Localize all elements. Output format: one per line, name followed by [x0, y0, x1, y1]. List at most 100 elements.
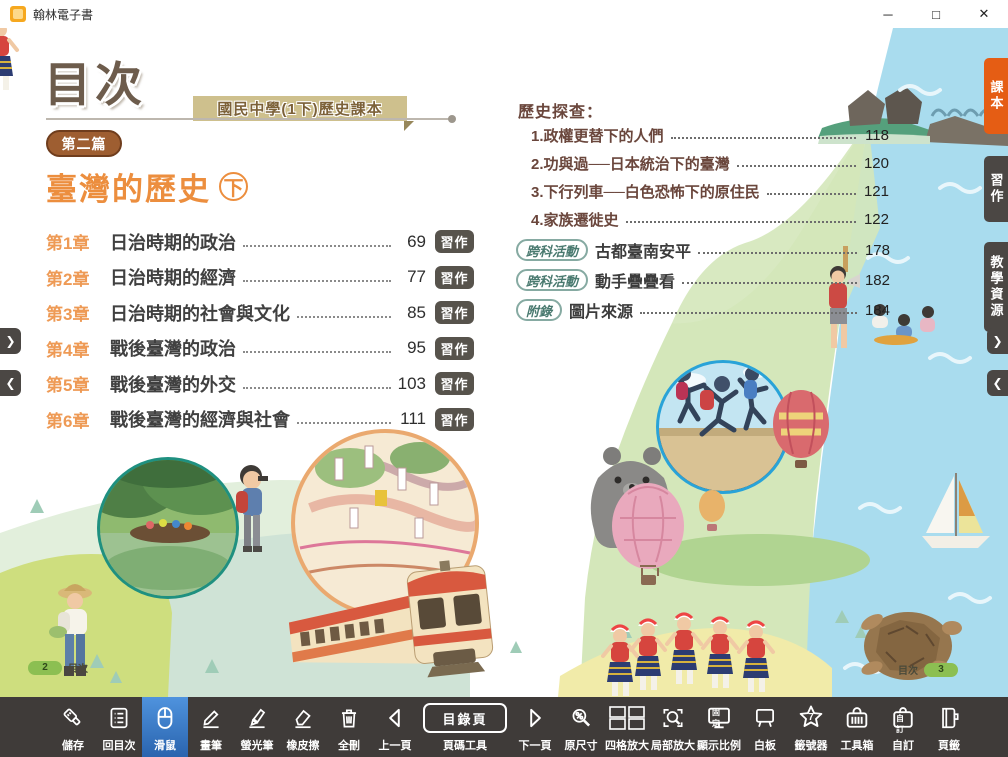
toolbar-page-tabs-button[interactable]: 頁籤 — [926, 697, 972, 757]
toolbar-partial-zoom-button[interactable]: 局部放大 — [650, 697, 696, 757]
dot-leader — [626, 221, 856, 223]
list-item[interactable]: 3.下行列車──白色恐怖下的原住民 121 — [531, 177, 889, 205]
tab-teaching-resources[interactable]: 教學資源 — [984, 242, 1008, 332]
dot-leader — [767, 193, 856, 195]
table-row[interactable]: 第2章 日治時期的經濟 77 習作 — [46, 260, 474, 296]
original-size-icon — [568, 701, 594, 735]
toc-page-button-text[interactable]: 目錄頁 — [423, 703, 507, 733]
activity-title: 動手疊疊看 — [595, 268, 675, 292]
chapter-page-number: 77 — [396, 267, 426, 287]
appendix-badge: 附錄 — [516, 299, 562, 321]
window-controls: ─ □ ✕ — [864, 0, 1008, 28]
chapter-title: 戰後臺灣的經濟與社會 — [110, 406, 290, 432]
divider-line — [46, 118, 452, 120]
dot-leader — [243, 245, 391, 247]
explore-list: 1.政權更替下的人們 118 2.功與過──日本統治下的臺灣 120 3.下行列… — [531, 121, 889, 233]
fixed-ratio-text: 固定 — [712, 707, 726, 729]
people-photo-circle — [656, 360, 790, 494]
workbook-badge[interactable]: 習作 — [435, 266, 474, 289]
toolbar-page-number-tool[interactable]: 目錄頁 頁碼工具 — [418, 697, 512, 757]
activity-page-number: 182 — [862, 272, 890, 289]
workbook-badge[interactable]: 習作 — [435, 408, 474, 431]
minimize-button[interactable]: ─ — [864, 0, 912, 28]
item-title: 2.功與過──日本統治下的臺灣 — [531, 153, 730, 174]
toolbar-back-to-toc-button[interactable]: 回目次 — [96, 697, 142, 757]
toolbar-save-button[interactable]: 儲存 — [50, 697, 96, 757]
page-title: 目次 — [44, 46, 146, 115]
book-spread: 目次 國民中學(1下)歷史課本 第二篇 臺灣的歷史 下 第1章 日治時期的政治 … — [0, 28, 1008, 697]
item-page-number: 120 — [861, 155, 889, 172]
toolbar-label: 畫筆 — [200, 737, 222, 753]
toolbar-number-picker-button[interactable]: 7 籤號器 — [788, 697, 834, 757]
toolbar-label: 全刪 — [338, 737, 360, 753]
toolbar-prev-page-button[interactable]: 上一頁 — [372, 697, 418, 757]
toolbar-next-page-button[interactable]: 下一頁 — [512, 697, 558, 757]
item-page-number: 118 — [861, 127, 889, 144]
right-edge-prev-button[interactable]: ❮ — [987, 370, 1008, 396]
tab-textbook[interactable]: 課本 — [984, 58, 1008, 134]
table-row[interactable]: 第4章 戰後臺灣的政治 95 習作 — [46, 331, 474, 367]
toolbar-label: 回目次 — [103, 737, 136, 753]
chapter-title: 日治時期的經濟 — [110, 264, 236, 290]
left-page-footer: 2 目次 — [28, 660, 88, 675]
dot-leader — [297, 316, 391, 318]
close-button[interactable]: ✕ — [960, 0, 1008, 28]
toolbar-delete-all-button[interactable]: 全刪 — [326, 697, 372, 757]
activity-title: 古都臺南安平 — [595, 238, 691, 262]
list-item[interactable]: 1.政權更替下的人們 118 — [531, 121, 889, 149]
toolbar-toolbox-button[interactable]: 工具箱 — [834, 697, 880, 757]
section-title: 臺灣的歷史 下 — [46, 164, 248, 209]
display-ratio-icon: 固定 — [705, 701, 733, 735]
toolbar-mouse-button[interactable]: 滑鼠 — [142, 697, 188, 757]
toolbar-pen-button[interactable]: 畫筆 — [188, 697, 234, 757]
activity-list: 跨科活動 古都臺南安平 178 跨科活動 動手疊疊看 182 附錄 圖片來源 1… — [516, 235, 890, 325]
toolbar-eraser-button[interactable]: 橡皮擦 — [280, 697, 326, 757]
dot-leader — [243, 280, 391, 282]
page-tabs-icon — [936, 701, 962, 735]
left-edge-next-button[interactable]: ❯ — [0, 328, 21, 354]
table-row[interactable]: 第1章 日治時期的政治 69 習作 — [46, 224, 474, 260]
dot-leader — [737, 165, 856, 167]
tab-workbook[interactable]: 習作 — [984, 156, 1008, 222]
table-row[interactable]: 第3章 日治時期的社會與文化 85 習作 — [46, 295, 474, 331]
left-edge-prev-button[interactable]: ❮ — [0, 370, 21, 396]
table-row[interactable]: 第6章 戰後臺灣的經濟與社會 111 習作 — [46, 402, 474, 438]
page-number-button[interactable]: 目錄頁 — [423, 701, 507, 735]
activity-page-number: 178 — [862, 242, 890, 259]
chapter-label: 第6章 — [46, 407, 110, 432]
ebook-app-window: 翰林電子書 ─ □ ✕ — [0, 0, 1008, 757]
save-icon — [60, 701, 86, 735]
right-edge-next-button[interactable]: ❯ — [987, 328, 1008, 354]
chevron-left-icon: ❮ — [5, 376, 15, 390]
toolbar-label: 下一頁 — [519, 737, 552, 753]
toolbar-highlighter-button[interactable]: 螢光筆 — [234, 697, 280, 757]
toolbar-display-ratio-button[interactable]: 固定 顯示比例 — [696, 697, 742, 757]
item-page-number: 121 — [861, 183, 889, 200]
toolbar-label: 滑鼠 — [154, 737, 176, 753]
chapter-title: 日治時期的政治 — [110, 229, 236, 255]
list-item[interactable]: 附錄 圖片來源 184 — [516, 295, 890, 325]
chapter-label: 第5章 — [46, 371, 110, 396]
list-item[interactable]: 2.功與過──日本統治下的臺灣 120 — [531, 149, 889, 177]
toolbar-original-size-button[interactable]: 原尺寸 — [558, 697, 604, 757]
toolbar-four-grid-zoom-button[interactable]: 四格放大 — [604, 697, 650, 757]
toolbar-label: 局部放大 — [651, 737, 695, 753]
list-item[interactable]: 4.家族遷徙史 122 — [531, 205, 889, 233]
workbook-badge[interactable]: 習作 — [435, 301, 474, 324]
toolbar-custom-button[interactable]: 自訂 自訂 — [880, 697, 926, 757]
item-page-number: 122 — [861, 211, 889, 228]
toolbar-label: 四格放大 — [605, 737, 649, 753]
maximize-button[interactable]: □ — [912, 0, 960, 28]
workbook-badge[interactable]: 習作 — [435, 337, 474, 360]
activity-title: 圖片來源 — [569, 298, 633, 322]
list-item[interactable]: 跨科活動 古都臺南安平 178 — [516, 235, 890, 265]
chapter-label: 第3章 — [46, 300, 110, 325]
list-item[interactable]: 跨科活動 動手疊疊看 182 — [516, 265, 890, 295]
workbook-badge[interactable]: 習作 — [435, 230, 474, 253]
toolbar-label: 原尺寸 — [565, 737, 598, 753]
chapter-title: 日治時期的社會與文化 — [110, 300, 290, 326]
table-row[interactable]: 第5章 戰後臺灣的外交 103 習作 — [46, 366, 474, 402]
workbook-badge[interactable]: 習作 — [435, 372, 474, 395]
mouse-icon — [151, 701, 179, 735]
toolbar-whiteboard-button[interactable]: 白板 — [742, 697, 788, 757]
